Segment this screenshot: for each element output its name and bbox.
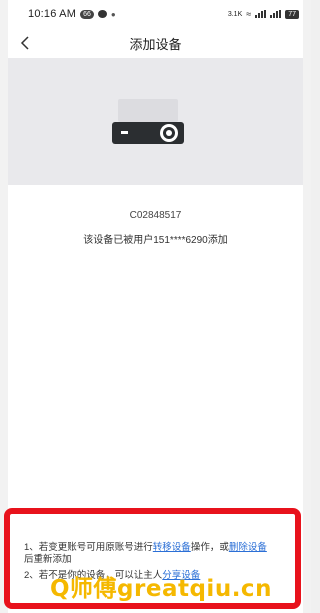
net-speed: 3.1K <box>227 10 243 18</box>
back-button[interactable] <box>15 33 35 53</box>
app-screen: 10:16 AM 66 ● 3.1K ≈ 77 添加设备 C02848517 该… <box>0 0 311 613</box>
status-bar: 10:16 AM 66 ● 3.1K ≈ 77 <box>0 0 311 28</box>
page-title: 添加设备 <box>129 36 182 52</box>
device-serial: C02848517 <box>129 210 182 221</box>
battery-icon: 77 <box>285 9 299 19</box>
note1-suffix: 后重新添加 <box>24 554 72 565</box>
status-time: 10:16 AM <box>28 8 77 20</box>
nav-bar: 添加设备 <box>8 28 303 58</box>
signal-icon-2 <box>270 10 282 18</box>
note1-prefix: 1、若变更账号可用原账号进行 <box>24 542 153 553</box>
camera-device-illustration <box>112 99 184 144</box>
right-margin <box>303 0 311 613</box>
notification-badge: 66 <box>80 9 94 19</box>
note1-middle: 操作，或 <box>190 542 229 553</box>
watermark-logo: Q师傅greatqiu.cn <box>50 576 272 602</box>
chat-icon <box>97 10 107 18</box>
device-slot <box>121 131 128 134</box>
status-right: 3.1K ≈ 77 <box>228 9 299 19</box>
note-transfer: 1、若变更账号可用原账号进行转移设备操作，或删除设备后重新添加 <box>24 542 282 566</box>
device-hero <box>8 58 303 185</box>
delete-device-link[interactable]: 删除设备 <box>229 542 267 553</box>
chevron-left-icon <box>20 36 29 50</box>
device-top <box>118 99 178 122</box>
lens-icon <box>160 124 178 142</box>
transfer-device-link[interactable]: 转移设备 <box>153 542 191 553</box>
person-icon: ● <box>110 9 116 19</box>
signal-icon <box>255 10 267 18</box>
device-added-message: 该设备已被用户151****6290添加 <box>83 235 228 246</box>
wifi-icon: ≈ <box>246 9 252 19</box>
